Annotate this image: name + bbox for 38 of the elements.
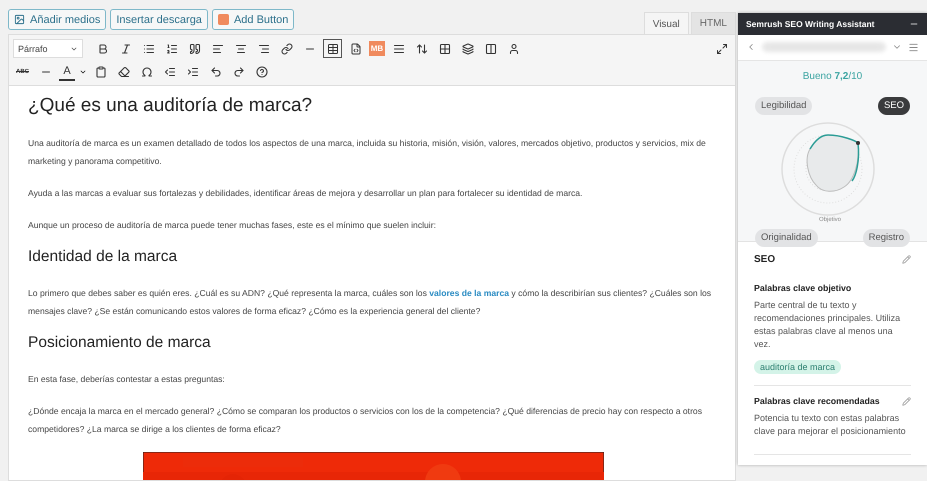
subheading: Posicionamiento de marca (28, 334, 212, 352)
metric-tab[interactable]: Legibilidad (755, 96, 812, 115)
score-value: 7,2 (834, 70, 848, 82)
toolbar-toggle-icon[interactable] (323, 39, 342, 58)
subheading: Identidad de la marca (28, 248, 178, 266)
addon-icon (218, 14, 229, 25)
block-title: Palabras clave objetivo (754, 283, 852, 293)
score-label: Bueno (802, 70, 833, 82)
text-color-button[interactable]: A (59, 62, 75, 81)
media-button[interactable]: Insertar descarga (110, 9, 208, 30)
metric-tab[interactable]: Registro (862, 228, 910, 247)
editor-tab[interactable]: HTML (690, 12, 736, 34)
edit-icon (902, 396, 911, 406)
block-title: Palabras clave recomendadas (754, 396, 880, 406)
paragraph: Ayuda a las marcas a evaluar sus fortalezas y debilidades, identificar áreas de mejora y desarrollar un plan para fortalecer su identidad de marca. (28, 187, 584, 200)
block-text: Parte central de tu texto y recomendaciones principales. Utiliza estas palabras clave al menos una vez. (754, 299, 902, 351)
media-button[interactable]: Add Button (212, 9, 294, 30)
section-title: SEO (754, 254, 776, 265)
blurred-field[interactable] (762, 42, 886, 52)
metric-tab[interactable]: SEO (878, 96, 910, 115)
menu-icon (908, 42, 919, 53)
edit-icon (902, 255, 911, 264)
paragraph: Lo primero que debes saber es quién eres. ¿Cuál es su ADN? ¿Qué representa la marca, cuáles son los valores de la marca y cómo la describirían sus clientes? ¿Cuáles son los mensajes clave? ¿Se están comunicando estos valores de forma eficaz? ¿Cómo es la experiencia general del cliente? (28, 287, 712, 318)
editor-tab[interactable]: Visual (644, 12, 689, 35)
paragraph: En esta fase, deberías contestar a estas preguntas: (28, 373, 226, 386)
metric-tab[interactable]: Originalidad (755, 228, 818, 247)
media-button[interactable]: Añadir medios (8, 9, 106, 30)
block-text: Potencia tu texto con estas palabras clave para mejorar el posicionamiento (754, 412, 907, 438)
paragraph: ¿Dónde encaja la marca en el mercado general? ¿Cómo se comparan los productos o servicios con los de la competencia? ¿Qué diferencias de precio hay con respecto a otros competidores? ¿La marca se dirige a los clientes de forma eficaz? (28, 405, 704, 436)
format-select[interactable]: Párrafo (13, 39, 83, 58)
score-max: /10 (848, 70, 862, 82)
text-link[interactable]: valores de la marca (429, 288, 510, 298)
paragraph: Aunque un proceso de auditoría de marca puede tener muchas fases, este es el mínimo que suelen incluir: (28, 219, 437, 232)
heading: ¿Qué es una auditoría de marca? (28, 95, 314, 117)
media-icon (14, 14, 25, 25)
panel-title: Semrush SEO Writing Assistant (746, 18, 874, 29)
keyword-tag: auditoría de marca (754, 360, 842, 374)
paragraph: Una auditoría de marca es un examen detallado de todos los aspectos de una marca, incluida su historia, misión, visión, valores, mercados objetivo, productos y servicios, mix de marketing y panorama competitivo. (28, 137, 707, 168)
